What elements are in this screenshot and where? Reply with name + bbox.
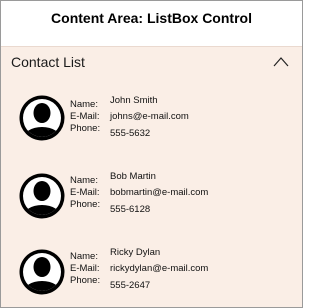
name-label: Name: <box>70 251 98 262</box>
page-title: Content Area: ListBox Control <box>51 10 252 26</box>
contact-phone: 555-6128 <box>110 204 151 215</box>
phone-label: Phone: <box>70 275 101 286</box>
email-label: E-Mail: <box>70 187 100 198</box>
list-item[interactable]: Name: E-Mail: Phone: Ricky Dylan rickydy… <box>1 247 302 307</box>
name-label: Name: <box>70 99 98 110</box>
contact-email: rickydylan@e-mail.com <box>110 263 209 274</box>
list-item[interactable]: Name: E-Mail: Phone: John Smith johns@e-… <box>1 94 302 164</box>
email-label: E-Mail: <box>70 263 100 274</box>
phone-label: Phone: <box>70 199 101 210</box>
contact-email: bobmartin@e-mail.com <box>110 187 209 198</box>
chevron-up-icon[interactable] <box>273 56 289 68</box>
phone-label: Phone: <box>70 123 101 134</box>
user-silhouette-icon <box>19 249 65 295</box>
contact-name: John Smith <box>110 95 158 106</box>
listbox-header[interactable]: Contact List <box>1 47 302 79</box>
contact-name: Bob Martin <box>110 171 156 182</box>
user-silhouette-icon <box>19 173 65 219</box>
contact-email: johns@e-mail.com <box>110 111 189 122</box>
email-label: E-Mail: <box>70 111 100 122</box>
contact-phone: 555-2647 <box>110 280 151 291</box>
list-item[interactable]: Name: E-Mail: Phone: Bob Martin bobmarti… <box>1 171 302 242</box>
contact-phone: 555-5632 <box>110 128 151 139</box>
window-frame: Content Area: ListBox Control Contact Li… <box>0 0 303 308</box>
listbox-title: Contact List <box>11 54 85 70</box>
name-label: Name: <box>70 175 98 186</box>
contact-listbox[interactable]: Contact List Name: E-Mail: Phone: John S… <box>1 46 302 307</box>
contact-name: Ricky Dylan <box>110 247 161 258</box>
user-silhouette-icon <box>19 95 65 141</box>
